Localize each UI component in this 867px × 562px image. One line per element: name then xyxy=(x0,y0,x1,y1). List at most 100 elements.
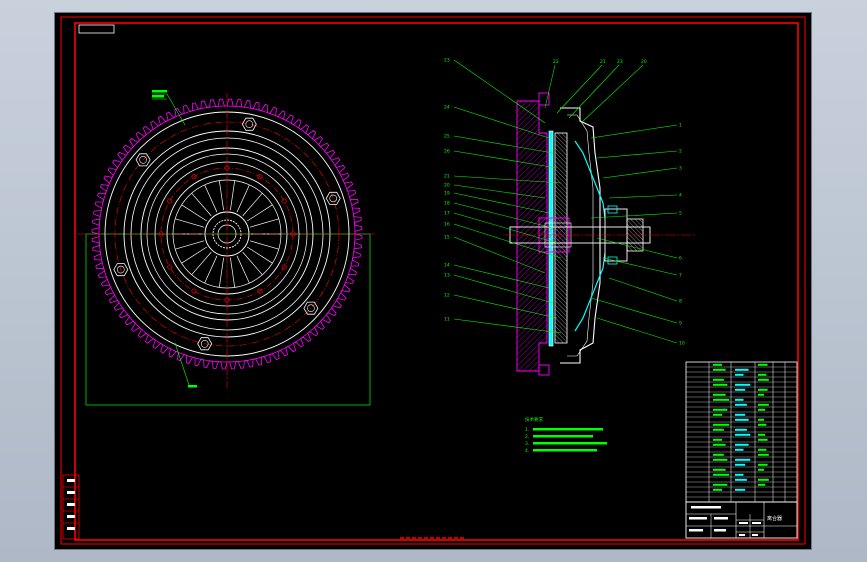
parts-list-cell xyxy=(735,373,744,376)
parts-list-cell xyxy=(713,368,726,371)
front-leader-label-b xyxy=(152,95,164,98)
parts-list-cell xyxy=(758,448,767,451)
corner-code-box xyxy=(78,24,115,34)
parts-list-cell xyxy=(735,398,744,401)
front-leader-label-c xyxy=(188,385,197,388)
front-leader-label-a xyxy=(152,90,167,93)
sheet-inner-border xyxy=(74,22,799,541)
diaphragm-finger xyxy=(181,246,207,264)
balloon-left: 16 xyxy=(444,222,450,228)
parts-list-cell xyxy=(758,468,764,471)
balloon-left: 14 xyxy=(444,263,450,269)
parts-list-cell xyxy=(735,403,747,406)
balloon-top: 21 xyxy=(600,59,606,65)
balloon-left: 26 xyxy=(444,149,450,155)
parts-list-cell xyxy=(758,433,766,436)
note-1-number: 1. xyxy=(525,427,529,433)
section-view: 23242526212019181716151413121122 21 23 2012… xyxy=(444,58,695,376)
balloon-left: 24 xyxy=(444,105,450,111)
diaphragm-finger xyxy=(249,218,279,228)
parts-list-cell xyxy=(713,443,726,446)
diaphragm-finger xyxy=(230,180,236,211)
leader-right xyxy=(590,124,678,139)
balloon-top: 23 xyxy=(617,59,623,65)
parts-list-cell xyxy=(758,373,767,376)
leader-right xyxy=(590,297,678,324)
balloon-right: 2 xyxy=(679,149,682,155)
note-2-number: 2. xyxy=(525,434,529,440)
parts-list-cell xyxy=(735,443,749,446)
bearing-race-top xyxy=(607,205,618,214)
balloon-left: 21 xyxy=(444,174,450,180)
diaphragm-finger xyxy=(249,240,279,250)
balloon-right: 4 xyxy=(679,193,682,199)
sheet-outer-border xyxy=(60,16,806,545)
parts-list-cell xyxy=(713,488,722,491)
title-block: 离合器 xyxy=(685,501,798,539)
balloon-right: 10 xyxy=(679,341,685,347)
parts-list-cell xyxy=(713,428,724,431)
parts-list-cell xyxy=(735,383,751,386)
diaphragm-finger xyxy=(218,257,224,288)
leader-top xyxy=(568,64,620,119)
rivet xyxy=(167,198,173,204)
balloon-left: 15 xyxy=(444,235,450,241)
note-3-number: 3. xyxy=(525,441,529,447)
cad-viewport[interactable]: 23 24 25 26 21 20 19 18 17 16 15 14 13 12 11 22 21 23 20 1 2… xyxy=(55,13,811,549)
bearing-race-bottom xyxy=(607,256,618,265)
balloon-right: 9 xyxy=(679,321,682,327)
balloon-right: 1 xyxy=(679,123,682,129)
rivet xyxy=(191,288,197,294)
parts-list-cell xyxy=(758,423,767,426)
parts-list-cell xyxy=(758,463,768,466)
parts-list-cell xyxy=(758,408,766,411)
balloon-top: 20 xyxy=(641,59,647,65)
leader-top xyxy=(556,64,603,114)
diaphragm-finger xyxy=(175,240,205,250)
leader-right xyxy=(596,317,678,344)
balloon-left: 17 xyxy=(444,211,450,217)
parts-list-cell xyxy=(713,458,728,461)
balloon-left: 18 xyxy=(444,201,450,207)
parts-list-cell xyxy=(735,478,747,481)
parts-list-cell xyxy=(735,458,751,461)
balloon-top: 22 xyxy=(553,59,559,65)
parts-list-cell xyxy=(713,423,730,426)
balloon-right: 5 xyxy=(679,211,682,217)
parts-list xyxy=(685,361,798,503)
leader-right xyxy=(602,257,678,276)
parts-list-cell xyxy=(713,453,724,456)
leader-left xyxy=(453,59,546,124)
parts-list-cell xyxy=(758,388,768,391)
balloon-left: 23 xyxy=(444,58,450,64)
parts-list-cell xyxy=(758,403,769,406)
leader-right xyxy=(608,194,678,199)
leader-top xyxy=(580,64,644,124)
parts-list-cell xyxy=(735,368,749,371)
diaphragm-finger xyxy=(218,180,224,211)
leader-top xyxy=(544,64,556,109)
parts-list-cell xyxy=(758,453,769,456)
notes-heading: 技术要求 xyxy=(525,416,543,423)
diaphragm-finger xyxy=(242,192,263,217)
balloon-left: 25 xyxy=(444,134,450,140)
engineering-drawing: 23242526212019181716151413121122 21 23 2012… xyxy=(60,16,806,545)
balloon-left: 20 xyxy=(444,183,450,189)
parts-list-cell xyxy=(713,438,722,441)
rivet xyxy=(167,264,173,270)
balloon-left: 13 xyxy=(444,273,450,279)
balloon-left: 11 xyxy=(444,317,450,323)
diaphragm-finger xyxy=(242,251,263,276)
diaphragm-finger xyxy=(204,184,218,213)
parts-list-cell xyxy=(713,383,728,386)
balloon-right: 6 xyxy=(679,256,682,262)
parts-list-cell xyxy=(735,433,751,436)
diaphragm-finger xyxy=(236,255,250,284)
diaphragm-finger xyxy=(247,204,273,222)
parts-list-cell xyxy=(735,488,746,491)
parts-list-cell xyxy=(713,393,726,396)
diaphragm-finger xyxy=(236,184,250,213)
parts-list-cell xyxy=(758,483,766,486)
front-view-frame xyxy=(85,233,371,406)
parts-list-cell xyxy=(758,393,764,396)
